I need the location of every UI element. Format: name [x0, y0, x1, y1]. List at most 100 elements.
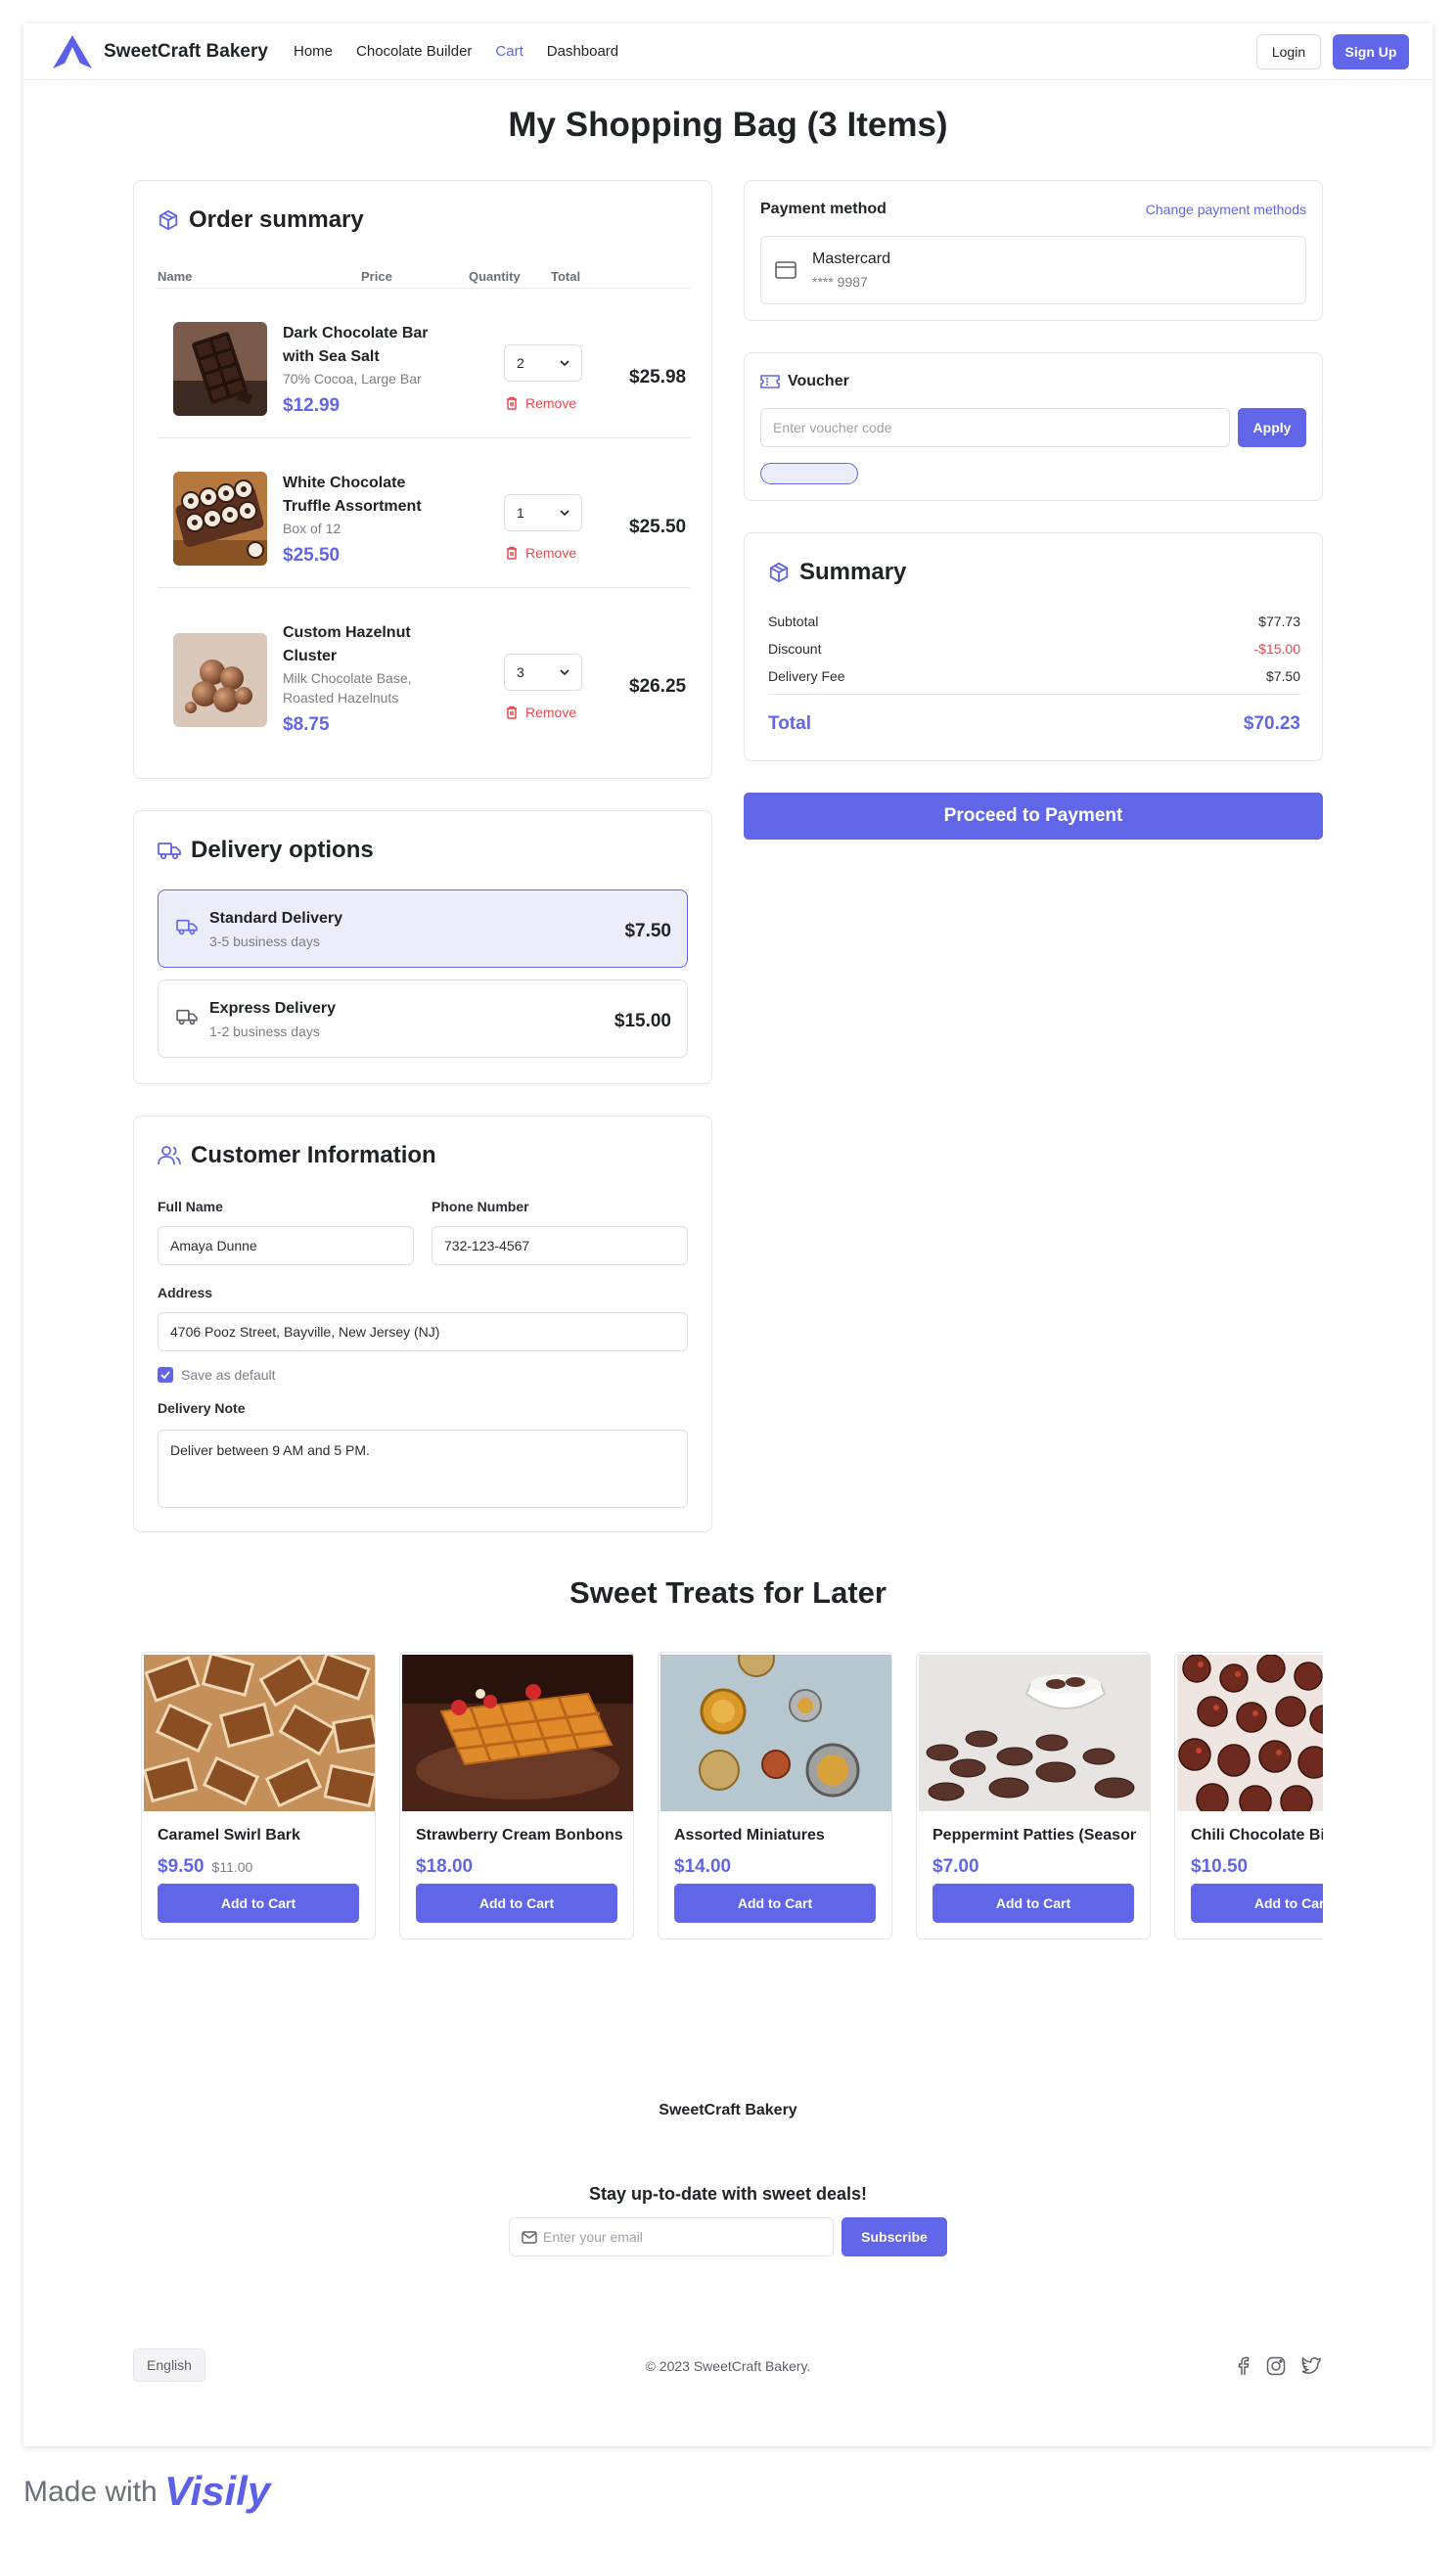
quantity-select[interactable]: 2 — [504, 344, 582, 382]
product-card[interactable]: Assorted Miniatures $14.00 Add to Cart — [658, 1652, 892, 1939]
delivery-option-price: $15.00 — [614, 1011, 671, 1031]
product-price: $7.00 — [933, 1856, 979, 1877]
product-card[interactable]: Strawberry Cream Bonbons $18.00 Add to C… — [399, 1652, 634, 1939]
cart-item: White Chocolate Truffle Assortment Box o… — [173, 438, 688, 587]
checkbox-icon[interactable] — [158, 1367, 173, 1383]
newsletter-placeholder: Enter your email — [543, 2229, 643, 2245]
add-to-cart-button[interactable]: Add to Cart — [416, 1884, 617, 1923]
login-button[interactable]: Login — [1256, 34, 1321, 69]
save-default-row[interactable]: Save as default — [158, 1367, 276, 1383]
item-name[interactable]: White Chocolate Truffle Assortment — [283, 472, 439, 519]
app-frame: SweetCraft Bakery Home Chocolate Builder… — [23, 23, 1433, 2446]
add-to-cart-button[interactable]: Add to Cart — [674, 1884, 876, 1923]
item-name[interactable]: Custom Hazelnut Cluster — [283, 621, 439, 668]
delivery-fee-value: $7.50 — [1265, 668, 1300, 684]
proceed-to-payment-button[interactable]: Proceed to Payment — [744, 793, 1323, 840]
footer-brand: SweetCraft Bakery — [659, 2102, 797, 2118]
voucher-card: Voucher Enter voucher code Apply CHOCOLO… — [744, 352, 1323, 501]
newsletter-email-input[interactable]: Enter your email — [509, 2217, 834, 2256]
quantity-select[interactable]: 1 — [504, 494, 582, 531]
apply-voucher-button[interactable]: Apply — [1238, 408, 1306, 447]
product-card[interactable]: Caramel Swirl Bark $9.50 $11.00 Add to Ca… — [141, 1652, 376, 1939]
newsletter-heading: Stay up-to-date with sweet deals! — [588, 2184, 868, 2204]
voucher-title: Voucher — [788, 373, 849, 389]
full-name-input[interactable]: Amaya Dunne — [158, 1226, 414, 1265]
logo-icon[interactable] — [51, 33, 94, 70]
product-image — [173, 633, 267, 727]
product-carousel[interactable]: Caramel Swirl Bark $9.50 $11.00 Add to Ca… — [141, 1652, 1323, 1947]
customer-header: Customer Information — [158, 1142, 436, 1169]
item-info: White Chocolate Truffle Assortment Box o… — [283, 472, 439, 568]
product-card[interactable]: Peppermint Patties (Seasonal) $7.00 Add … — [916, 1652, 1151, 1939]
delivery-header: Delivery options — [158, 837, 374, 864]
item-desc: Milk Chocolate Base, Roasted Hazelnuts — [283, 670, 412, 706]
add-to-cart-button[interactable]: Add to Cart — [933, 1884, 1134, 1923]
product-price-row: $10.50 — [1191, 1856, 1255, 1878]
remove-button[interactable]: Remove — [506, 545, 576, 561]
divider — [768, 694, 1300, 695]
phone-input[interactable]: 732-123-4567 — [432, 1226, 688, 1265]
order-summary-title: Order summary — [189, 206, 364, 233]
item-name[interactable]: Dark Chocolate Bar with Sea Salt — [283, 322, 439, 369]
visily-logo[interactable]: Visily — [164, 2468, 270, 2515]
address-label: Address — [158, 1285, 213, 1300]
total-row: Total $70.23 — [768, 713, 1300, 735]
add-to-cart-button[interactable]: Add to Cart — [158, 1884, 359, 1923]
treats-title: Sweet Treats for Later — [569, 1575, 887, 1610]
remove-label: Remove — [525, 395, 577, 411]
discount-value: -$15.00 — [1253, 641, 1300, 657]
nav-links: Home Chocolate Builder Cart Dashboard — [294, 43, 642, 60]
product-card[interactable]: Chili Chocolate Bites $10.50 Add to Cart — [1174, 1652, 1323, 1939]
item-price: $25.50 — [283, 545, 341, 566]
nav-link-dashboard[interactable]: Dashboard — [547, 43, 618, 60]
product-name: Assorted Miniatures — [674, 1827, 825, 1844]
quantity-select[interactable]: 3 — [504, 654, 582, 691]
signup-button[interactable]: Sign Up — [1333, 34, 1409, 69]
payment-card-option[interactable]: Mastercard **** 9987 — [760, 236, 1306, 304]
remove-button[interactable]: Remove — [506, 395, 576, 411]
delivery-option-standard[interactable]: Standard Delivery 3-5 business days $7.5… — [158, 889, 688, 968]
product-old-price: $11.00 — [211, 1859, 253, 1875]
product-name: Chili Chocolate Bites — [1191, 1827, 1323, 1844]
change-payment-link[interactable]: Change payment methods — [1146, 202, 1306, 217]
product-price-row: $18.00 — [416, 1856, 480, 1878]
delivery-option-express[interactable]: Express Delivery 1-2 business days $15.0… — [158, 979, 688, 1058]
brand-name[interactable]: SweetCraft Bakery — [104, 41, 268, 63]
add-to-cart-button[interactable]: Add to Cart — [1191, 1884, 1323, 1923]
product-price-row: $14.00 — [674, 1856, 739, 1878]
customer-info-card: Customer Information Full Name Amaya Dun… — [133, 1116, 712, 1532]
product-image — [660, 1655, 891, 1811]
quantity-value: 3 — [517, 664, 524, 680]
subtotal-label: Subtotal — [768, 614, 819, 629]
remove-button[interactable]: Remove — [506, 705, 576, 720]
product-price: $18.00 — [416, 1856, 474, 1877]
summary-title: Summary — [799, 559, 907, 585]
total-label: Total — [768, 713, 811, 734]
trash-icon — [507, 546, 517, 560]
voucher-header: Voucher — [760, 373, 849, 390]
item-total: $25.50 — [629, 517, 687, 537]
summary-header: Summary — [768, 559, 906, 586]
delivery-note-textarea[interactable]: Deliver between 9 AM and 5 PM. — [158, 1430, 688, 1508]
payment-method-card: Payment method Change payment methods Ma… — [744, 180, 1323, 321]
nav-link-home[interactable]: Home — [294, 43, 333, 60]
package-icon — [159, 209, 178, 231]
twitter-icon[interactable] — [1301, 2356, 1321, 2374]
product-price: $10.50 — [1191, 1856, 1249, 1877]
delivery-option-time: 1-2 business days — [209, 1024, 320, 1039]
nav-link-chocolate-builder[interactable]: Chocolate Builder — [356, 43, 472, 60]
subscribe-button[interactable]: Subscribe — [842, 2217, 947, 2256]
nav-link-cart[interactable]: Cart — [495, 43, 523, 60]
voucher-chip[interactable]: CHOCOLOVER — [760, 463, 858, 484]
facebook-icon[interactable] — [1235, 2356, 1251, 2376]
language-select[interactable]: English — [133, 2348, 205, 2382]
address-input[interactable]: 4706 Pooz Street, Bayville, New Jersey (… — [158, 1312, 688, 1351]
voucher-input[interactable]: Enter voucher code — [760, 408, 1230, 447]
delivery-fee-row: Delivery Fee $7.50 — [768, 668, 1300, 684]
delivery-option-name: Express Delivery — [209, 1000, 336, 1017]
product-image — [144, 1655, 375, 1811]
chevron-down-icon — [560, 510, 569, 517]
instagram-icon[interactable] — [1266, 2356, 1286, 2376]
package-icon — [769, 562, 789, 583]
save-default-label: Save as default — [181, 1367, 276, 1383]
